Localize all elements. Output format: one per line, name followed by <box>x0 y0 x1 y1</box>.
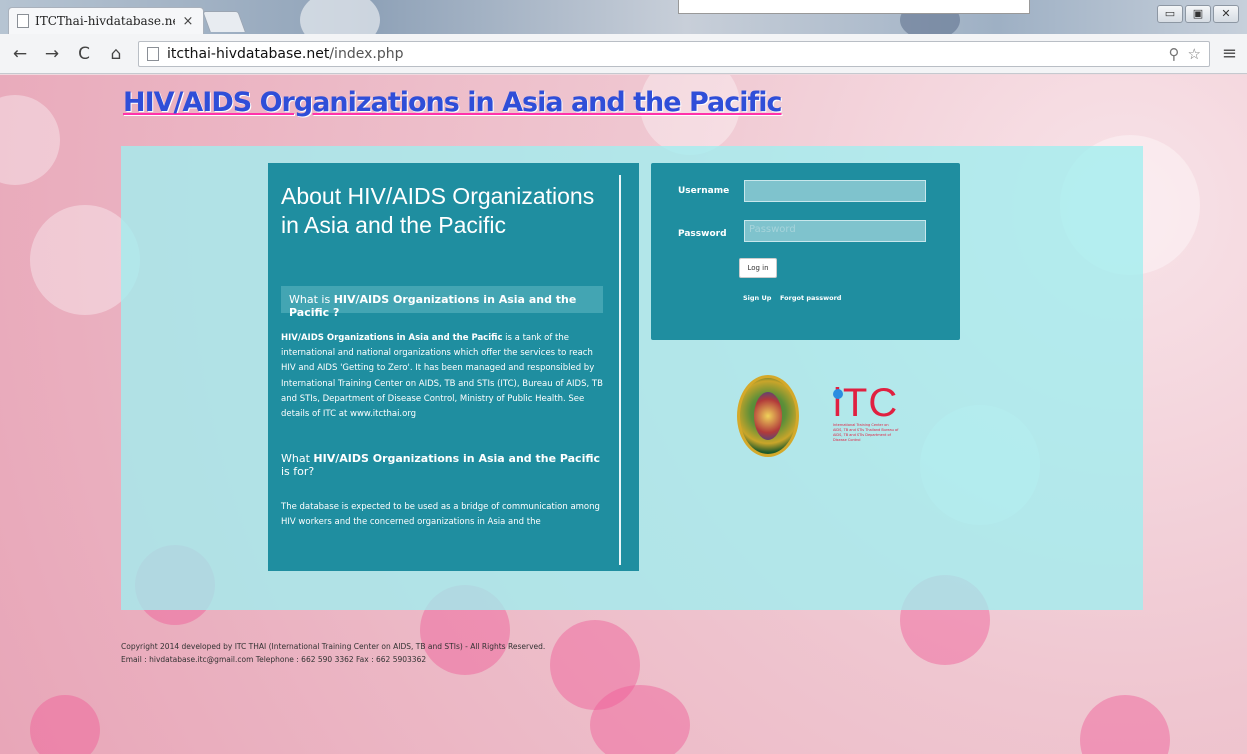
bokeh-decoration <box>0 95 60 185</box>
ministry-seal-logo <box>737 375 799 457</box>
bokeh-decoration <box>30 695 100 754</box>
close-window-button[interactable]: ✕ <box>1213 5 1239 23</box>
footer: Copyright 2014 developed by ITC THAI (In… <box>121 640 545 666</box>
reload-icon[interactable]: C <box>74 44 94 64</box>
zoom-icon[interactable]: ⚲ <box>1168 45 1179 63</box>
about-title: About HIV/AIDS Organizations in Asia and… <box>281 183 595 238</box>
about-scrollbar[interactable] <box>619 175 621 565</box>
itc-logo: iTC International Training Center on AID… <box>833 381 899 443</box>
itc-globe-icon <box>833 389 843 399</box>
maximize-button[interactable]: ▣ <box>1185 5 1211 23</box>
signup-link[interactable]: Sign Up <box>743 294 771 302</box>
browser-toolbar: ← → C ⌂ itcthai-hivdatabase.net/index.ph… <box>0 34 1247 74</box>
forward-icon[interactable]: → <box>42 44 62 64</box>
forgot-password-link[interactable]: Forgot password <box>780 294 841 302</box>
bookmark-star-icon[interactable]: ☆ <box>1187 45 1200 63</box>
dropdown-popup <box>678 0 1030 14</box>
browser-tab[interactable]: ITCThai-hivdatabase.net × <box>8 7 204 34</box>
password-label: Password <box>678 229 727 239</box>
login-button[interactable]: Log in <box>739 258 777 278</box>
home-icon[interactable]: ⌂ <box>106 44 126 64</box>
about-panel: About HIV/AIDS Organizations in Asia and… <box>268 163 639 571</box>
username-field[interactable] <box>744 180 926 202</box>
window-controls: ▭ ▣ ✕ <box>1157 5 1239 23</box>
footer-copyright: Copyright 2014 developed by ITC THAI (In… <box>121 642 546 651</box>
page-icon <box>147 46 159 61</box>
page-icon <box>17 14 29 28</box>
page-content: HIV/AIDS Organizations in Asia and the P… <box>0 75 1247 754</box>
browser-tab-strip: ITCThai-hivdatabase.net × ▭ ▣ ✕ <box>0 0 1247 50</box>
itc-logo-subtitle: International Training Center on AIDS, T… <box>833 423 899 442</box>
bokeh-decoration <box>590 685 690 754</box>
minimize-button[interactable]: ▭ <box>1157 5 1183 23</box>
password-field[interactable]: Password <box>744 220 926 242</box>
section-heading-what-is: What is HIV/AIDS Organizations in Asia a… <box>281 286 603 319</box>
username-label: Username <box>678 186 730 196</box>
section-heading-what-for: What HIV/AIDS Organizations in Asia and … <box>281 452 601 479</box>
site-title[interactable]: HIV/AIDS Organizations in Asia and the P… <box>123 87 783 118</box>
login-panel: Username Password Password Log in Sign U… <box>651 163 960 340</box>
itc-logo-text: iTC <box>833 381 899 425</box>
bokeh-decoration <box>1080 695 1170 754</box>
about-paragraph-2: The database is expected to be used as a… <box>281 502 600 528</box>
about-paragraph-1: HIV/AIDS Organizations in Asia and the P… <box>281 333 603 420</box>
url-text[interactable]: itcthai-hivdatabase.net/index.php <box>167 46 403 62</box>
tab-title: ITCThai-hivdatabase.net <box>35 14 175 28</box>
menu-icon[interactable]: ≡ <box>1222 43 1237 64</box>
new-tab-button[interactable] <box>202 11 246 32</box>
seal-emblem <box>754 392 782 440</box>
address-bar[interactable]: itcthai-hivdatabase.net/index.php ⚲ ☆ <box>138 40 1210 67</box>
tab-close-icon[interactable]: × <box>181 14 195 29</box>
footer-contact: Email : hivdatabase.itc@gmail.com Teleph… <box>121 655 427 664</box>
back-icon[interactable]: ← <box>10 44 30 64</box>
